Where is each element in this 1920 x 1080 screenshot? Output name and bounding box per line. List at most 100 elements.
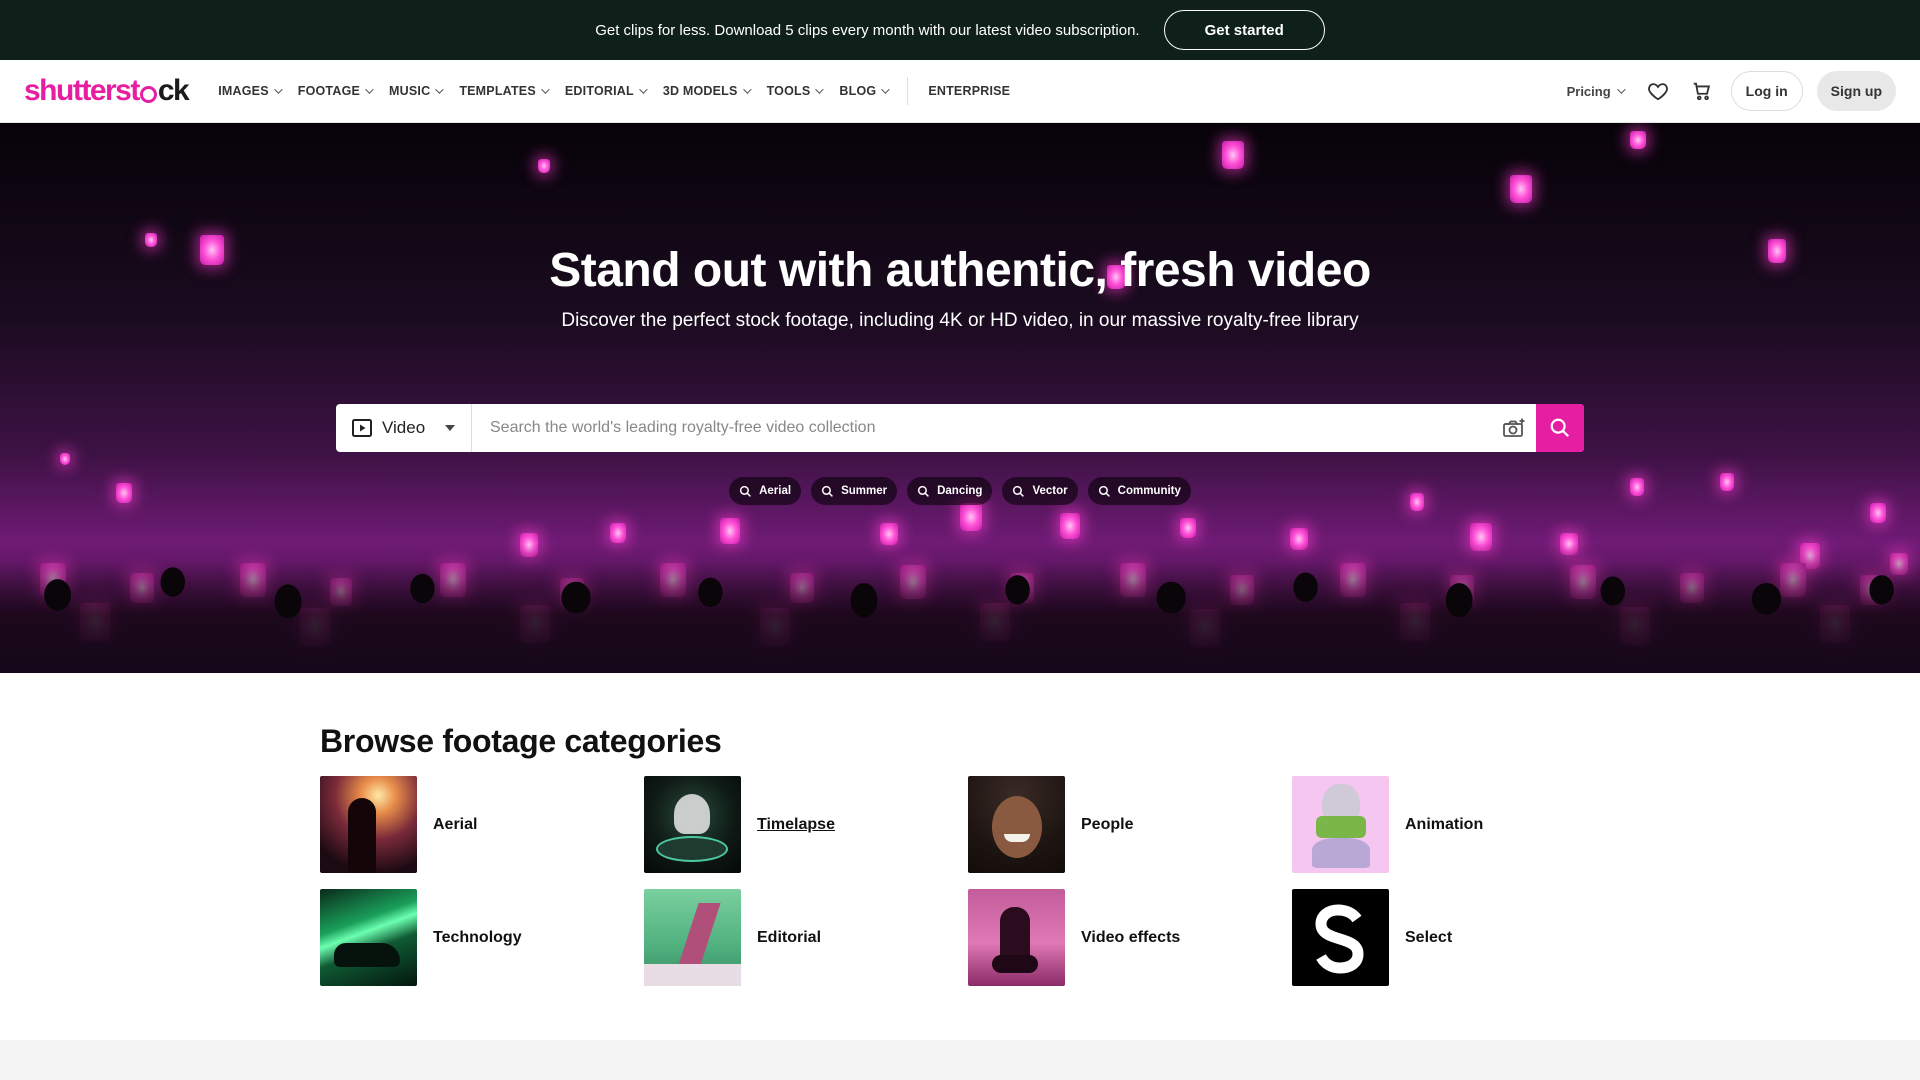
shutterstock-logo[interactable]: shutterst ck — [24, 74, 190, 108]
lantern-light — [720, 518, 740, 544]
category-video-effects[interactable]: Video effects — [968, 889, 1292, 986]
chevron-down-icon — [541, 85, 550, 94]
nav-item-tools[interactable]: TOOLS — [767, 84, 825, 98]
category-label: Select — [1405, 928, 1453, 946]
nav-item-3d-models[interactable]: 3D MODELS — [663, 84, 752, 98]
search-submit-button[interactable] — [1536, 404, 1584, 452]
category-editorial[interactable]: Editorial — [644, 889, 968, 986]
category-timelapse[interactable]: Timelapse — [644, 776, 968, 873]
hero-content: Stand out with authentic, fresh video Di… — [0, 123, 1920, 332]
lantern-light — [960, 503, 982, 531]
category-label: Animation — [1405, 815, 1484, 833]
category-label: Technology — [433, 928, 522, 946]
camera-search-icon[interactable] — [1492, 404, 1536, 452]
logo-o-ring — [139, 85, 157, 103]
chevron-down-icon — [881, 85, 890, 94]
chevron-down-icon — [815, 85, 825, 94]
search-bar: Video — [336, 404, 1584, 452]
category-aerial[interactable]: Aerial — [320, 776, 644, 873]
chip-label: Community — [1117, 485, 1181, 497]
video-play-icon — [352, 419, 372, 437]
nav-item-blog[interactable]: BLOG — [839, 84, 890, 98]
pricing-menu[interactable]: Pricing — [1566, 83, 1626, 99]
search-icon — [821, 485, 833, 497]
nav-menu: IMAGES FOOTAGE MUSIC TEMPLATES EDITORIAL… — [218, 77, 1010, 105]
hero-section: Stand out with authentic, fresh video Di… — [0, 123, 1920, 673]
category-animation[interactable]: Animation — [1292, 776, 1616, 873]
nav-item-label: IMAGES — [218, 84, 269, 98]
search-chip-community[interactable]: Community — [1087, 477, 1191, 505]
category-thumbnail — [1292, 776, 1389, 873]
chevron-down-icon — [742, 85, 752, 94]
category-label: People — [1081, 815, 1134, 833]
chevron-down-icon — [638, 85, 648, 94]
lantern-light — [1870, 503, 1886, 523]
search-icon — [739, 485, 752, 497]
nav-item-label: MUSIC — [389, 84, 431, 98]
search-icon — [1098, 485, 1110, 497]
media-type-dropdown[interactable]: Video — [336, 404, 472, 452]
lantern-light — [1180, 518, 1196, 538]
nav-actions: Pricing Log in Sign up — [1567, 71, 1896, 111]
chevron-down-icon — [1616, 85, 1626, 94]
lantern-light — [880, 523, 898, 545]
nav-item-label: TEMPLATES — [459, 84, 536, 98]
chip-label: Summer — [841, 485, 888, 497]
chevron-down-icon — [365, 85, 374, 94]
lantern-light — [60, 453, 70, 465]
category-thumbnail — [320, 776, 417, 873]
section-title: Browse footage categories — [320, 723, 722, 759]
media-type-label: Video — [382, 418, 426, 437]
hero-crowd-silhouette — [0, 543, 1920, 673]
promo-banner: Get clips for less. Download 5 clips eve… — [0, 0, 1920, 60]
search-input[interactable] — [472, 404, 1492, 452]
chip-label: Aerial — [759, 485, 792, 497]
nav-item-label: FOOTAGE — [297, 84, 361, 98]
category-label: Editorial — [757, 928, 822, 946]
browse-categories-section: Browse footage categories Aerial Timelap… — [0, 673, 1920, 1040]
nav-divider — [907, 77, 909, 105]
nav-item-music[interactable]: MUSIC — [389, 84, 444, 98]
search-chip-aerial[interactable]: Aerial — [729, 477, 802, 505]
category-thumbnail — [644, 776, 741, 873]
category-thumbnail — [968, 889, 1065, 986]
nav-item-templates[interactable]: TEMPLATES — [459, 84, 550, 98]
nav-item-label: ENTERPRISE — [928, 84, 1011, 98]
caret-down-icon — [445, 425, 455, 431]
select-s-logo-icon — [1315, 904, 1364, 974]
search-icon — [1013, 485, 1025, 497]
logo-text-part2: ck — [157, 74, 190, 107]
search-chip-dancing[interactable]: Dancing — [907, 477, 993, 505]
nav-item-label: EDITORIAL — [564, 84, 634, 98]
hero-title: Stand out with authentic, fresh video — [549, 244, 1371, 297]
chip-label: Vector — [1032, 485, 1068, 497]
search-icon — [1550, 418, 1570, 438]
category-select[interactable]: Select — [1292, 889, 1616, 986]
signup-button[interactable]: Sign up — [1816, 71, 1896, 111]
nav-item-footage[interactable]: FOOTAGE — [297, 84, 374, 98]
search-chip-vector[interactable]: Vector — [1002, 477, 1078, 505]
pricing-label: Pricing — [1566, 83, 1611, 99]
nav-item-enterprise[interactable]: ENTERPRISE — [928, 84, 1010, 98]
category-people[interactable]: People — [968, 776, 1292, 873]
main-nav: shutterst ck IMAGES FOOTAGE MUSIC TEMPLAT… — [0, 60, 1920, 123]
chevron-down-icon — [273, 85, 283, 94]
cart-icon[interactable] — [1687, 76, 1717, 106]
lantern-light — [610, 523, 626, 543]
nav-item-images[interactable]: IMAGES — [218, 84, 283, 98]
get-started-button[interactable]: Get started — [1163, 10, 1325, 50]
nav-item-editorial[interactable]: EDITORIAL — [564, 84, 648, 98]
lantern-light — [1060, 513, 1080, 539]
search-icon — [917, 485, 930, 497]
category-label: Video effects — [1081, 928, 1181, 946]
category-thumbnail — [644, 889, 741, 986]
promo-text: Get clips for less. Download 5 clips eve… — [595, 21, 1140, 39]
suggested-searches: Aerial Summer Dancing Vector Community — [0, 477, 1920, 505]
category-thumbnail — [1292, 889, 1389, 986]
login-button[interactable]: Log in — [1730, 71, 1803, 111]
category-technology[interactable]: Technology — [320, 889, 644, 986]
category-thumbnail — [968, 776, 1065, 873]
favorites-heart-icon[interactable] — [1643, 76, 1673, 106]
search-chip-summer[interactable]: Summer — [811, 477, 898, 505]
nav-item-label: BLOG — [839, 84, 877, 98]
